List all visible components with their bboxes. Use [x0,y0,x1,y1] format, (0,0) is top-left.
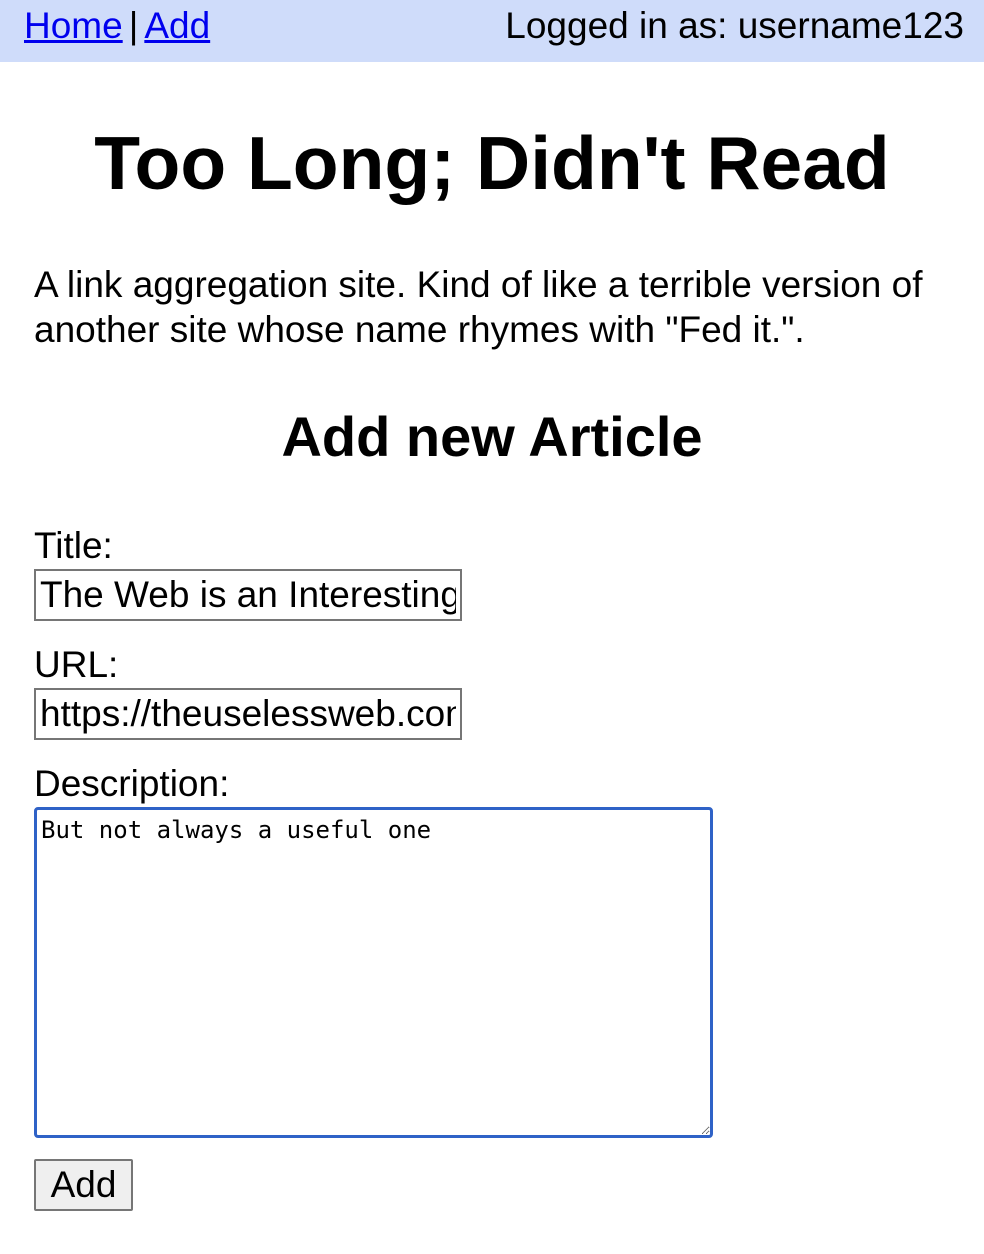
top-bar: Home | Add Logged in as: username123 [0,0,984,62]
nav-separator: | [128,5,139,46]
add-link[interactable]: Add [144,5,210,46]
description-textarea[interactable]: But not always a useful one [34,807,713,1138]
url-label: URL: [34,644,119,685]
add-button[interactable]: Add [34,1159,133,1211]
home-link[interactable]: Home [24,5,123,46]
form-heading: Add new Article [281,405,703,468]
site-description: A link aggregation site. Kind of like a … [34,264,923,350]
title-label: Title: [34,525,113,566]
logged-in-status: Logged in as: username123 [505,5,964,46]
url-input[interactable] [34,688,462,740]
title-input[interactable] [34,569,462,621]
description-label: Description: [34,763,230,804]
nav: Home | Add [24,4,210,48]
site-title: Too Long; Didn't Read [94,121,890,205]
